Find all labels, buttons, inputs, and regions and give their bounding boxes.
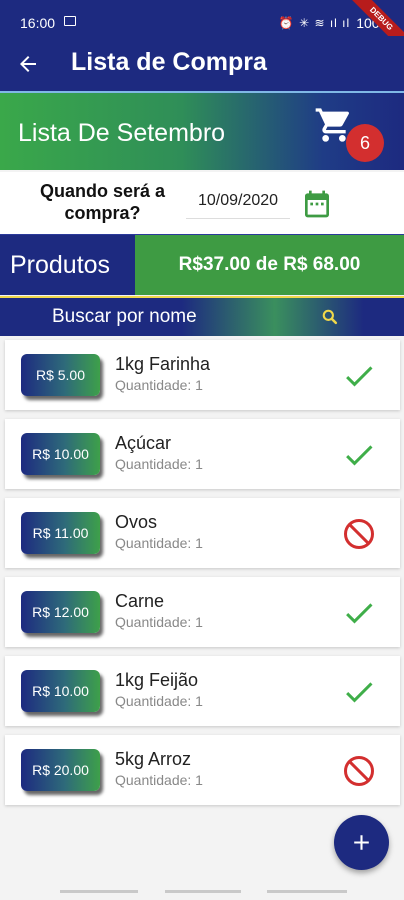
check-icon[interactable] bbox=[341, 674, 377, 710]
price-badge: R$ 12.00 bbox=[21, 591, 100, 633]
product-quantity: Quantidade: 1 bbox=[115, 535, 203, 551]
price-badge: R$ 10.00 bbox=[21, 433, 100, 475]
date-question: Quando será a compra? bbox=[39, 181, 166, 223]
search-input[interactable]: Buscar por nome bbox=[52, 306, 197, 328]
products-label: Produtos bbox=[0, 235, 135, 295]
product-quantity: Quantidade: 1 bbox=[115, 614, 203, 630]
nav-bar-back[interactable] bbox=[267, 890, 347, 893]
product-quantity: Quantidade: 1 bbox=[115, 377, 203, 393]
product-card[interactable]: R$ 10.00 1kg Feijão Quantidade: 1 bbox=[5, 656, 400, 726]
plus-icon bbox=[354, 835, 369, 850]
date-row: Quando será a compra? 10/09/2020 bbox=[0, 172, 404, 234]
add-item-button[interactable] bbox=[334, 815, 389, 870]
status-time: 16:00 bbox=[20, 15, 56, 31]
price-badge: R$ 10.00 bbox=[21, 670, 100, 712]
price-badge: R$ 20.00 bbox=[21, 749, 100, 791]
product-quantity: Quantidade: 1 bbox=[115, 772, 203, 788]
product-card[interactable]: R$ 12.00 Carne Quantidade: 1 bbox=[5, 577, 400, 647]
product-name: Ovos bbox=[115, 512, 158, 532]
price-badge: R$ 11.00 bbox=[21, 512, 100, 554]
products-header: Produtos R$37.00 de R$ 68.00 bbox=[0, 234, 404, 296]
check-icon[interactable] bbox=[341, 595, 377, 631]
product-card[interactable]: R$ 20.00 5kg Arroz Quantidade: 1 bbox=[5, 735, 400, 805]
list-banner: Lista De Setembro 6 bbox=[0, 91, 404, 170]
product-name: 1kg Feijão bbox=[115, 670, 199, 690]
product-name: 5kg Arroz bbox=[115, 749, 192, 769]
product-name: 1kg Farinha bbox=[115, 354, 211, 374]
nav-bar-recent[interactable] bbox=[60, 890, 138, 893]
blocked-icon[interactable] bbox=[341, 753, 377, 789]
calendar-icon[interactable] bbox=[301, 187, 333, 221]
product-quantity: Quantidade: 1 bbox=[115, 693, 203, 709]
list-name: Lista De Setembro bbox=[18, 119, 226, 147]
product-card[interactable]: R$ 11.00 Ovos Quantidade: 1 bbox=[5, 498, 400, 568]
check-icon[interactable] bbox=[341, 358, 377, 394]
page-title: Lista de Compra bbox=[71, 48, 267, 76]
search-icon[interactable] bbox=[320, 307, 340, 327]
status-bar: 16:00 ⏰ ✳ ≋ ıl ıl 100% DEBUG bbox=[0, 0, 404, 56]
cart-count-badge: 6 bbox=[346, 124, 384, 162]
date-field[interactable]: 10/09/2020 bbox=[186, 189, 290, 219]
product-name: Açúcar bbox=[115, 433, 172, 453]
arrow-back-icon[interactable] bbox=[16, 52, 40, 76]
blocked-icon[interactable] bbox=[341, 516, 377, 552]
price-badge: R$ 5.00 bbox=[21, 354, 100, 396]
status-icons: ⏰ ✳ ≋ ıl ıl bbox=[278, 16, 351, 30]
product-card[interactable]: R$ 10.00 Açúcar Quantidade: 1 bbox=[5, 419, 400, 489]
product-name: Carne bbox=[115, 591, 165, 611]
check-icon[interactable] bbox=[341, 437, 377, 473]
product-quantity: Quantidade: 1 bbox=[115, 456, 203, 472]
nav-bar-home[interactable] bbox=[165, 890, 241, 893]
products-total: R$37.00 de R$ 68.00 bbox=[135, 235, 404, 295]
app-bar: Lista de Compra bbox=[0, 36, 404, 91]
notification-icon bbox=[64, 16, 76, 26]
product-card[interactable]: R$ 5.00 1kg Farinha Quantidade: 1 bbox=[5, 340, 400, 410]
search-bar[interactable]: Buscar por nome bbox=[0, 296, 404, 336]
